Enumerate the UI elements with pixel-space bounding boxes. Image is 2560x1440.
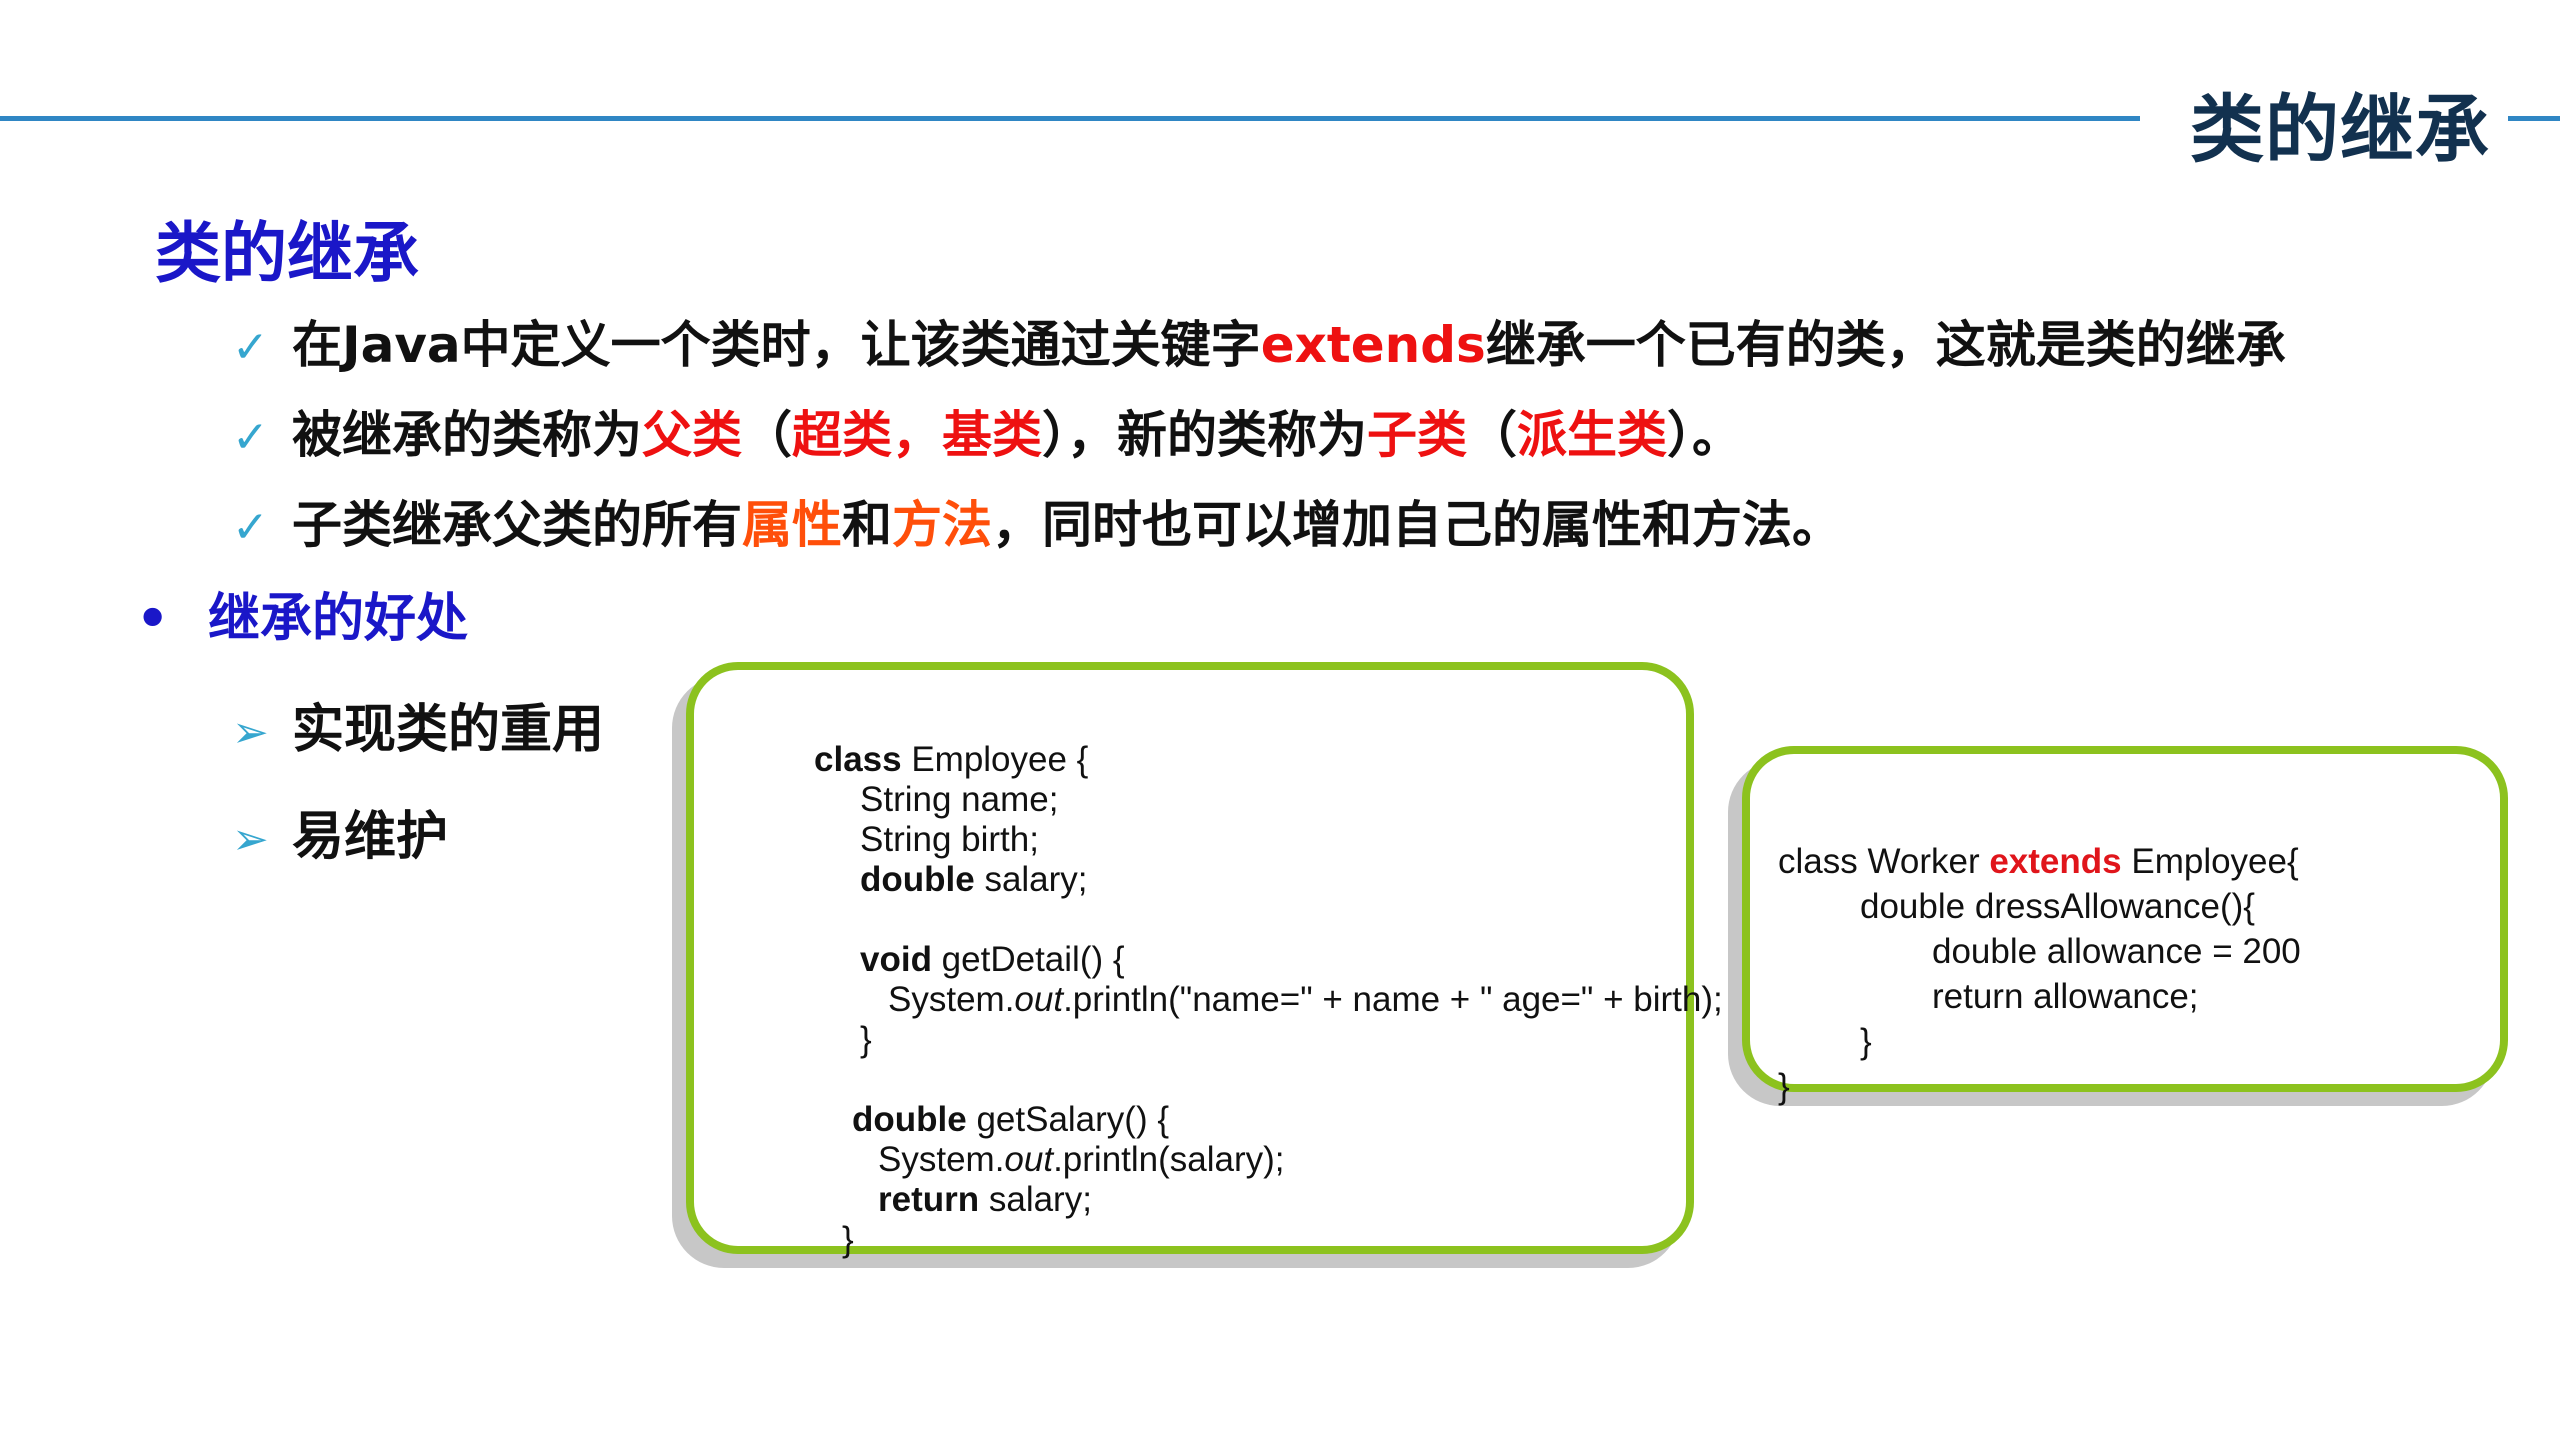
benefits-heading: • 继承的好处 <box>136 584 468 654</box>
check-text: 继承一个已有的类，这就是类的继承 <box>1485 316 2286 374</box>
header-divider-right <box>2508 116 2560 121</box>
code-line: double salary; <box>860 860 1088 899</box>
check-text: ）。 <box>1667 406 1742 464</box>
header-divider-left <box>0 116 2140 121</box>
check-text: ，同时也可以增加自己的属性和方法。 <box>992 496 1842 554</box>
check-item-terms: ✓ 被继承的类称为父类（超类，基类），新的类称为子类（派生类）。 <box>232 400 1742 473</box>
arrow-right-icon: ➢ <box>232 707 269 758</box>
check-text: 和 <box>842 496 892 554</box>
check-text: 被继承的类称为 <box>292 406 642 464</box>
code-line: return allowance; <box>1932 977 2199 1016</box>
code-box-worker: class Worker extends Employee{ double dre… <box>1742 746 2508 1106</box>
bullet-icon: • <box>136 589 170 649</box>
benefit-item-maintain: ➢ 易维护 <box>232 802 448 875</box>
slide-header-title: 类的继承 <box>2190 87 2490 173</box>
code-line: return salary; <box>878 1180 1092 1219</box>
check-text: （ <box>1467 406 1517 464</box>
code-line: String name; <box>860 780 1059 819</box>
benefit-item-reuse: ➢ 实现类的重用 <box>232 695 604 768</box>
benefits-title: 继承的好处 <box>208 589 469 649</box>
code-box-employee: class Employee {String name; String birth… <box>686 662 1723 1259</box>
code-line: double allowance = 200 <box>1932 932 2301 971</box>
benefit-label: 实现类的重用 <box>292 700 605 760</box>
term-attributes: 属性 <box>742 496 842 554</box>
check-item-members: ✓ 子类继承父类的所有属性和方法，同时也可以增加自己的属性和方法。 <box>232 490 1842 563</box>
code-line: void getDetail() { <box>860 940 1125 979</box>
code-line: } <box>1860 1022 1872 1061</box>
check-icon: ✓ <box>232 412 269 463</box>
check-text: 子类继承父类的所有 <box>292 496 742 554</box>
term-methods: 方法 <box>892 496 992 554</box>
code-line: } <box>1778 1067 1790 1106</box>
section-title: 类的继承 <box>155 215 419 292</box>
term-derived-class: 派生类 <box>1517 406 1667 464</box>
check-text: ），新的类称为 <box>1042 406 1367 464</box>
code-line: double getSalary() { <box>852 1100 1170 1139</box>
check-text: 在Java中定义一个类时，让该类通过关键字 <box>292 316 1261 374</box>
code-employee: class Employee {String name; String birth… <box>814 700 1723 1340</box>
term-super-base-class: 超类，基类 <box>792 406 1042 464</box>
code-line: } <box>842 1220 854 1259</box>
check-text: （ <box>742 406 792 464</box>
code-line: double dressAllowance(){ <box>1860 887 2255 926</box>
term-parent-class: 父类 <box>642 406 742 464</box>
code-line: class Employee { <box>814 740 1089 779</box>
arrow-right-icon: ➢ <box>232 814 269 865</box>
code-line: class Worker extends Employee{ <box>1778 842 2299 881</box>
code-line: System.out.println("name=" + name + " ag… <box>888 980 1723 1019</box>
term-child-class: 子类 <box>1367 406 1467 464</box>
benefit-label: 易维护 <box>292 807 449 867</box>
code-line: } <box>860 1020 872 1059</box>
check-icon: ✓ <box>232 502 269 553</box>
keyword-extends: extends <box>1260 316 1486 374</box>
code-line: String birth; <box>860 820 1039 859</box>
code-worker: class Worker extends Employee{ double dre… <box>1778 794 2301 1199</box>
check-icon: ✓ <box>232 322 269 373</box>
check-item-definition: ✓ 在Java中定义一个类时，让该类通过关键字extends继承一个已有的类，这就… <box>232 310 2286 383</box>
code-line: System.out.println(salary); <box>878 1140 1285 1179</box>
